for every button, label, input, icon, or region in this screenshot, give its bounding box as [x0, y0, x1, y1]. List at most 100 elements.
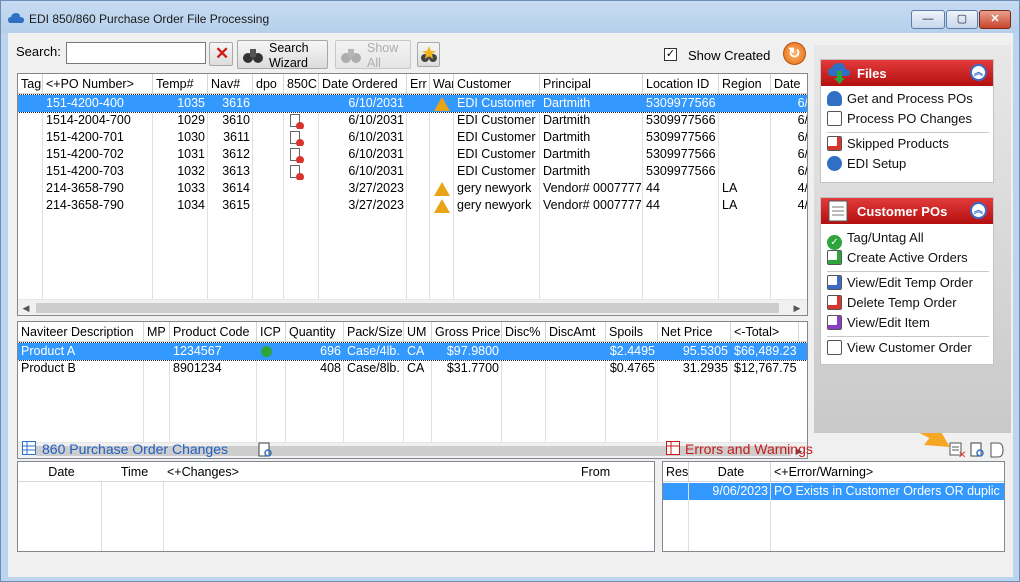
warning-icon[interactable]	[431, 197, 455, 214]
order-row[interactable]: 151-4200-400 1035 3616 6/10/2031 EDI Custome…	[18, 94, 807, 113]
order-cell-location: 5309977566	[646, 113, 716, 127]
create-active-orders-item[interactable]: Create Active Orders	[827, 250, 968, 270]
view-error-document-icon[interactable]	[970, 442, 985, 458]
clear-search-button[interactable]: ✕	[209, 42, 233, 66]
view-customer-order-item[interactable]: View Customer Order	[827, 340, 972, 360]
order-cell-region	[719, 129, 771, 146]
column-header[interactable]: Date Ordered	[319, 74, 407, 94]
col-date[interactable]: Date	[689, 462, 771, 482]
order-cell-date: 3/27/2023	[348, 181, 404, 195]
customer-pos-panel-header[interactable]: Customer POs ︽	[821, 198, 993, 224]
document-error-icon[interactable]	[287, 163, 322, 180]
customer-pos-panel: Customer POs ︽ ✓ Tag/Untag All Create Act…	[820, 197, 994, 365]
document-error-icon[interactable]	[287, 146, 322, 163]
column-header[interactable]: ICP	[257, 322, 286, 342]
column-header[interactable]: dpo	[253, 74, 284, 94]
column-header[interactable]: War	[430, 74, 454, 94]
column-header[interactable]: UM	[404, 322, 432, 342]
order-cell-principal: Vendor# 0007777	[543, 198, 642, 212]
column-header[interactable]: Customer	[454, 74, 540, 94]
col-date[interactable]: Date	[18, 462, 102, 482]
delete-temp-order-item[interactable]: Delete Temp Order	[827, 295, 957, 315]
item-label: Process PO Changes	[847, 111, 973, 126]
error-res	[663, 483, 689, 500]
refresh-button[interactable]: ↻	[783, 42, 806, 65]
show-created-checkbox[interactable]: ✓	[664, 48, 677, 61]
warning-triangle	[434, 199, 450, 213]
column-header[interactable]: Spoils	[606, 322, 658, 342]
column-header[interactable]: Quantity	[286, 322, 344, 342]
binoculars-settings-button[interactable]	[417, 42, 440, 67]
column-header[interactable]: Temp#	[153, 74, 208, 94]
collapse-icon[interactable]: ︽	[970, 202, 987, 219]
item-row[interactable]: Product A 1234567 696 Case/4lb. CA $97.9800 $2…	[18, 342, 807, 361]
client-area: Search: ✕ Search Wizard Show All ✓ Show …	[8, 33, 1013, 577]
get-process-pos-item[interactable]: Get and Process POs	[827, 91, 973, 111]
column-header[interactable]: DiscAmt	[546, 322, 606, 342]
view-edit-temp-order-item[interactable]: View/Edit Temp Order	[827, 275, 973, 295]
icp-refresh-icon[interactable]	[261, 346, 272, 357]
maximize-button[interactable]: ▢	[946, 10, 978, 29]
error-row[interactable]: 9/06/2023 PO Exists in Customer Orders O…	[663, 483, 1004, 500]
col-time[interactable]: Time	[102, 462, 164, 482]
item-row[interactable]: Product B 8901234 408 Case/8lb. CA $31.7700 $0…	[18, 360, 807, 377]
scroll-left-icon[interactable]: ◀	[18, 300, 34, 315]
order-cell-date: 6/10/2031	[348, 164, 404, 178]
edi-setup-item[interactable]: EDI Setup	[827, 156, 906, 176]
orders-scroll-thumb[interactable]	[36, 303, 779, 313]
column-header[interactable]: Naviteer Description	[18, 322, 144, 342]
files-panel-header[interactable]: Files ︽	[821, 60, 993, 86]
order-row[interactable]: 151-4200-703 1032 3613 6/10/2031 EDI Custome…	[18, 163, 807, 180]
items-grid: Naviteer Description MP Product Code ICP Qua…	[17, 321, 808, 459]
orders-hscrollbar[interactable]: ◀ ▶	[18, 299, 807, 315]
column-header[interactable]: Product Code	[170, 322, 257, 342]
scroll-right-icon[interactable]: ▶	[789, 300, 805, 315]
search-wizard-button[interactable]: Search Wizard	[237, 40, 328, 70]
column-header[interactable]: Tag	[18, 74, 43, 94]
show-all-button[interactable]: Show All	[335, 40, 411, 70]
warning-icon[interactable]	[431, 180, 455, 197]
column-header[interactable]: Err	[407, 74, 430, 94]
order-row[interactable]: 214-3658-790 1034 3615 3/27/2023 gery newyor…	[18, 197, 807, 214]
document-error-icon[interactable]	[287, 112, 322, 129]
col-res[interactable]: Res	[663, 462, 689, 482]
column-header[interactable]: Region	[719, 74, 771, 94]
process-po-changes-item[interactable]: Process PO Changes	[827, 111, 972, 131]
collapse-icon[interactable]: ︽	[970, 64, 987, 81]
column-header[interactable]: <+PO Number>	[43, 74, 153, 94]
column-header[interactable]: 850C	[284, 74, 319, 94]
column-header[interactable]: Pack/Size	[344, 322, 404, 342]
view-document-icon[interactable]	[258, 442, 273, 458]
order-row[interactable]: 151-4200-702 1031 3612 6/10/2031 EDI Custome…	[18, 146, 807, 163]
order-cell-po: 214-3658-790	[46, 181, 124, 195]
app-cloud-icon	[8, 13, 24, 23]
document-error-icon[interactable]	[287, 129, 322, 146]
close-button[interactable]: ✕	[979, 10, 1011, 29]
order-row[interactable]: 1514-2004-700 1029 3610 6/10/2031 EDI Custom…	[18, 112, 807, 129]
view-edit-item-item[interactable]: View/Edit Item	[827, 315, 930, 335]
col-error[interactable]: <+Error/Warning>	[771, 462, 1004, 482]
column-header[interactable]: Disc%	[502, 322, 546, 342]
order-row[interactable]: 214-3658-790 1033 3614 3/27/2023 gery newyor…	[18, 180, 807, 197]
column-header[interactable]: <-Total>	[731, 322, 799, 342]
order-cell-temp: 1030	[177, 130, 205, 144]
minimize-button[interactable]: —	[911, 10, 945, 29]
col-changes[interactable]: <+Changes>	[164, 462, 564, 482]
column-header[interactable]: Net Price	[658, 322, 731, 342]
order-cell-region	[719, 112, 771, 129]
column-header[interactable]: MP	[144, 322, 170, 342]
files-panel-title: Files	[857, 66, 887, 81]
column-header[interactable]: Location ID	[643, 74, 719, 94]
document-list-icon	[827, 340, 842, 355]
tag-untag-all-item[interactable]: ✓ Tag/Untag All	[827, 230, 924, 250]
document-icon[interactable]	[990, 442, 1004, 458]
col-from[interactable]: From	[578, 462, 648, 482]
warning-icon[interactable]	[431, 95, 455, 112]
column-header[interactable]: Nav#	[208, 74, 253, 94]
skipped-products-item[interactable]: Skipped Products	[827, 136, 949, 156]
search-input[interactable]	[66, 42, 206, 64]
column-header[interactable]: Date	[771, 74, 807, 94]
order-row[interactable]: 151-4200-701 1030 3611 6/10/2031 EDI Custome…	[18, 129, 807, 146]
column-header[interactable]: Gross Price	[432, 322, 502, 342]
column-header[interactable]: Principal	[540, 74, 643, 94]
